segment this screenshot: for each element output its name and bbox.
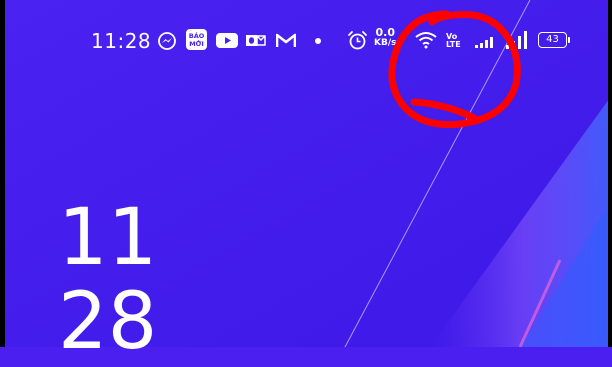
lock-clock-hour: 11 (58, 193, 158, 283)
volte-indicator: Vo LTE (446, 32, 461, 49)
signal-bars-sim1-icon (475, 37, 493, 48)
messenger-icon (158, 32, 176, 50)
sao-moi-app-icon: BÁO MỚI (186, 29, 207, 50)
wifi-icon (415, 32, 437, 49)
status-bar[interactable]: 11:28 BÁO MỚI 0.0 KB/s Vo LTE 43 (0, 0, 612, 80)
signal-bars-sim2-icon (506, 31, 527, 49)
network-speed: 0.0 KB/s (374, 27, 397, 48)
more-dot-icon (315, 38, 321, 44)
gmail-icon (276, 33, 296, 47)
battery-indicator: 43 (538, 32, 570, 48)
lock-clock-minute: 28 (58, 277, 158, 367)
network-speed-unit: KB/s (374, 38, 397, 48)
outlook-icon (246, 35, 266, 46)
status-time: 11:28 (91, 29, 152, 53)
lock-screen-clock: 11 28 (58, 196, 157, 364)
youtube-icon (216, 33, 238, 48)
alarm-clock-icon (348, 31, 367, 50)
